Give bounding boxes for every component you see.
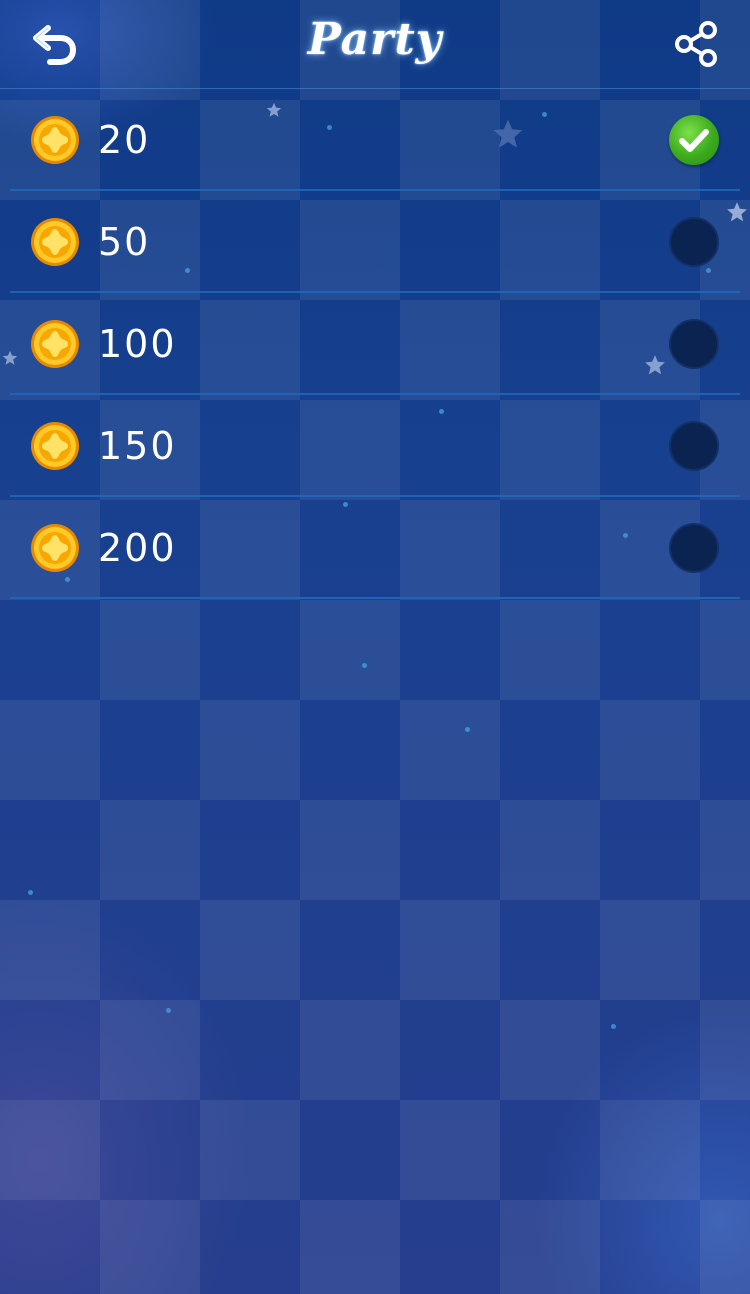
page-title: Party (307, 14, 443, 65)
coin-star-icon (31, 422, 79, 470)
coin-star-icon (31, 524, 79, 572)
bet-option-50[interactable]: 50 (0, 191, 750, 293)
coin-star-icon (31, 218, 79, 266)
sparkle-dot (28, 890, 33, 895)
sparkle-dot (362, 663, 367, 668)
bet-amount-label: 100 (98, 322, 177, 366)
bet-option-150[interactable]: 150 (0, 395, 750, 497)
header-bar: Party (0, 0, 750, 89)
checkmark-icon (679, 129, 709, 152)
bet-option-100[interactable]: 100 (0, 293, 750, 395)
unselected-radio[interactable] (669, 421, 719, 471)
unselected-radio[interactable] (669, 523, 719, 573)
bet-option-200[interactable]: 200 (0, 497, 750, 599)
sparkle-dot (465, 727, 470, 732)
bet-amount-label: 200 (98, 526, 177, 570)
share-button[interactable] (672, 20, 720, 68)
row-divider (10, 597, 740, 599)
unselected-radio[interactable] (669, 217, 719, 267)
unselected-radio[interactable] (669, 319, 719, 369)
selected-radio[interactable] (669, 115, 719, 165)
share-icon (675, 21, 717, 67)
coin-star-icon (31, 116, 79, 164)
sparkle-dot (611, 1024, 616, 1029)
bet-option-20[interactable]: 20 (0, 89, 750, 191)
bet-amount-list: 20 50 100 150 200 (0, 89, 750, 599)
coin-star-icon (31, 320, 79, 368)
bet-amount-label: 20 (98, 118, 151, 162)
sparkle-dot (166, 1008, 171, 1013)
bet-amount-label: 50 (98, 220, 151, 264)
bet-amount-label: 150 (98, 424, 177, 468)
